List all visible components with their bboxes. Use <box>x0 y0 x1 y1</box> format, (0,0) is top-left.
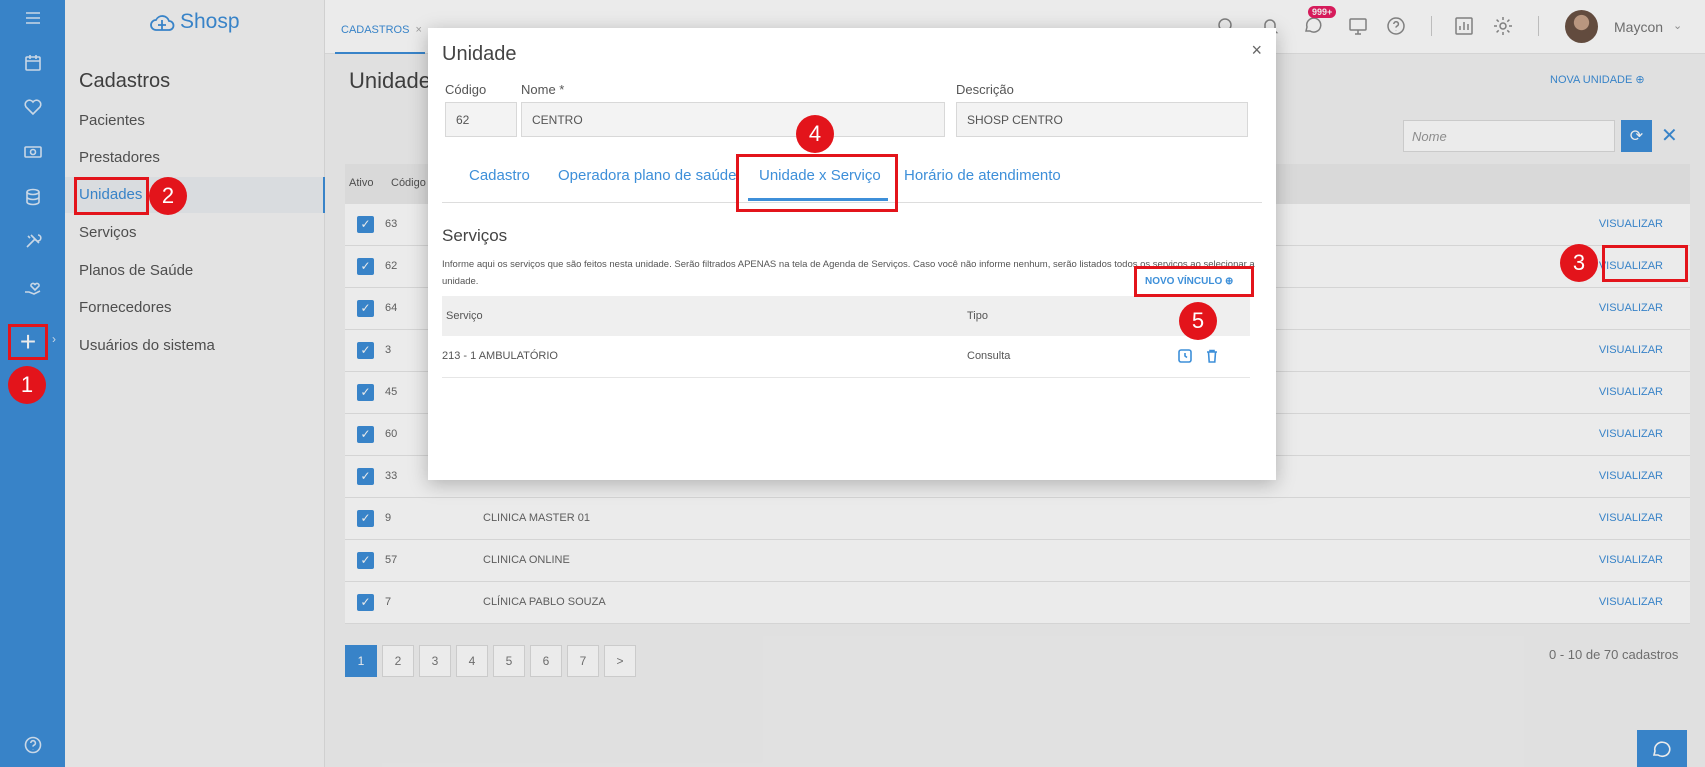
highlight-visualizar <box>1602 245 1688 282</box>
descricao-label: Descrição <box>956 82 1014 97</box>
step-4-marker: 4 <box>796 115 834 153</box>
col-servico: Serviço <box>446 310 483 322</box>
tab-operadora[interactable]: Operadora plano de saúde <box>558 167 736 184</box>
tab-cadastro[interactable]: Cadastro <box>469 167 530 184</box>
descricao-field[interactable]: SHOSP CENTRO <box>956 102 1248 137</box>
tab-horario[interactable]: Horário de atendimento <box>904 167 1061 184</box>
nome-field[interactable]: CENTRO <box>521 102 945 137</box>
nome-label: Nome * <box>521 82 565 97</box>
clock-icon[interactable] <box>1177 348 1193 364</box>
unidade-modal: Unidade × Código 62 Nome * CENTRO Descri… <box>428 28 1276 480</box>
close-icon[interactable]: × <box>1251 40 1262 61</box>
codigo-field[interactable]: 62 <box>445 102 517 137</box>
codigo-label: Código <box>445 82 487 97</box>
trash-icon[interactable] <box>1204 348 1220 364</box>
step-1-marker: 1 <box>8 366 46 404</box>
services-title: Serviços <box>442 226 508 245</box>
step-3-marker: 3 <box>1560 244 1598 282</box>
modal-title: Unidade <box>442 43 517 65</box>
step-2-marker: 2 <box>149 177 187 215</box>
highlight-unidades <box>74 177 149 215</box>
services-table-row[interactable]: 213 - 1 AMBULATÓRIO Consulta <box>442 336 1250 378</box>
highlight-novo-vinculo <box>1134 266 1254 297</box>
step-5-marker: 5 <box>1179 302 1217 340</box>
col-tipo: Tipo <box>967 310 988 322</box>
highlight-unidade-servico-tab <box>736 154 898 212</box>
highlight-add <box>8 324 48 360</box>
service-type: Consulta <box>967 350 1011 362</box>
services-table-header: Serviço Tipo <box>442 296 1250 336</box>
service-name: 213 - 1 AMBULATÓRIO <box>442 350 558 362</box>
